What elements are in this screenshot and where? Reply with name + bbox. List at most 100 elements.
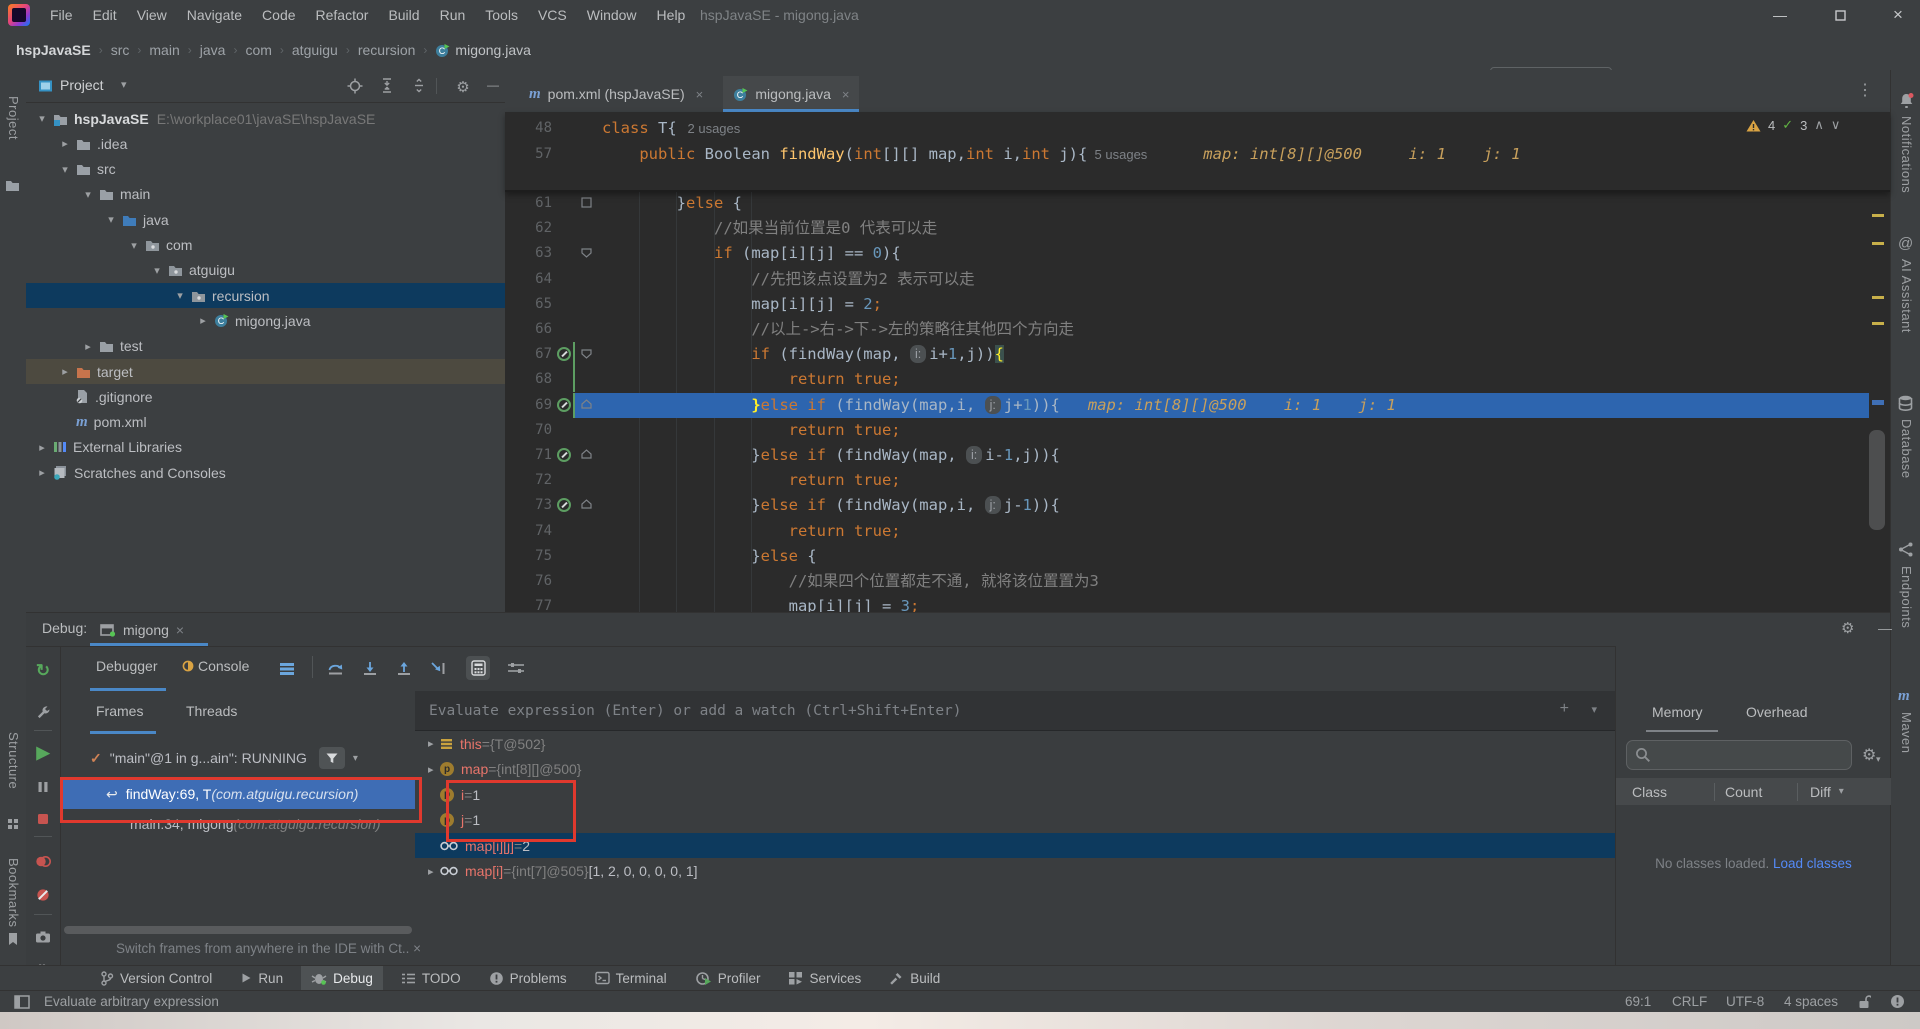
variable-row-mapij[interactable]: map[i][j] = 2: [415, 833, 1615, 858]
variable-chevron-icon[interactable]: ▸: [428, 763, 440, 776]
code-line-67[interactable]: 67 if (findWay(map, i: i+1,j)){: [505, 342, 1890, 368]
load-classes-link[interactable]: Load classes: [1769, 856, 1852, 871]
debug-session-tab-close-icon[interactable]: ×: [176, 622, 184, 638]
tree-chevron-icon[interactable]: ▸: [82, 340, 94, 353]
code-line-71[interactable]: 71 }else if (findWay(map, i: i-1,j)){: [505, 443, 1890, 468]
variable-row-j[interactable]: pj = 1: [415, 808, 1615, 833]
tree-chevron-icon[interactable]: ▾: [128, 239, 140, 252]
breakpoint-icon[interactable]: [557, 448, 571, 462]
project-header-collapse-all-button[interactable]: [410, 78, 428, 93]
run-to-cursor-button[interactable]: [426, 656, 450, 680]
right-strip-database-icon[interactable]: [1898, 395, 1913, 411]
evaluate-caret-icon[interactable]: ▾: [1591, 703, 1597, 716]
fold-marker-icon[interactable]: [581, 348, 592, 359]
status-line-ending[interactable]: CRLF: [1672, 994, 1707, 1009]
menu-file[interactable]: File: [40, 0, 83, 30]
thread-filter-icon[interactable]: [318, 747, 345, 769]
mute-breakpoints-button[interactable]: [34, 886, 52, 904]
overhead-tab[interactable]: Overhead: [1746, 704, 1807, 720]
fold-marker-icon[interactable]: [581, 449, 592, 460]
notifications-icon[interactable]: [1890, 994, 1905, 1009]
scrollbar-thumb[interactable]: [1869, 430, 1885, 530]
toolwindow-button-problems[interactable]: Problems: [479, 966, 577, 991]
code-line-74[interactable]: 74 return true;: [505, 519, 1890, 544]
project-header-hide-button[interactable]: —: [484, 78, 502, 92]
code-line-61[interactable]: 61 }else {: [505, 191, 1890, 216]
breadcrumb-item-atguigu[interactable]: atguigu: [292, 42, 338, 58]
structure-icon[interactable]: [7, 818, 19, 830]
right-strip-maven-label[interactable]: Maven: [1899, 712, 1914, 754]
debug-header-settings-icon[interactable]: ⚙: [1841, 619, 1854, 637]
memory-tab[interactable]: Memory: [1652, 704, 1703, 720]
layout-settings-button[interactable]: [504, 656, 528, 680]
debug-session-tab[interactable]: migong ×: [90, 613, 194, 646]
tool-strip-structure-label[interactable]: Structure: [6, 732, 21, 789]
memory-col-class[interactable]: Class: [1632, 784, 1714, 800]
thread-selector[interactable]: ✓ "main"@1 in g...ain": RUNNING ▾: [90, 743, 410, 773]
tool-strip-project-label[interactable]: Project: [6, 96, 21, 140]
tree-row-pomxml[interactable]: m pom.xml: [26, 410, 505, 435]
frames-tab[interactable]: Frames: [96, 703, 143, 719]
toolwindow-button-debug[interactable]: Debug: [301, 965, 383, 991]
code-line-76[interactable]: 76 //如果四个位置都走不通, 就将该位置置为3: [505, 569, 1890, 594]
toolwindow-button-run[interactable]: Run: [230, 966, 293, 991]
menu-build[interactable]: Build: [378, 0, 429, 30]
editor-tab-migongjava[interactable]: Cmigong.java ×: [723, 76, 860, 112]
tree-row-recursion[interactable]: ▾ recursion: [26, 283, 505, 309]
fold-marker-icon[interactable]: [581, 499, 592, 510]
variable-row-mapi[interactable]: ▸ map[i] = {int[7]@505} [1, 2, 0, 0, 0, 0…: [415, 859, 1615, 884]
project-header-title[interactable]: Project: [60, 77, 104, 93]
breakpoint-icon[interactable]: [557, 397, 571, 412]
evaluate-add-icon[interactable]: +: [1560, 700, 1569, 718]
tree-chevron-icon[interactable]: ▸: [36, 466, 48, 479]
menu-edit[interactable]: Edit: [83, 0, 127, 30]
tree-chevron-icon[interactable]: ▾: [151, 264, 163, 277]
tab-close-icon[interactable]: ×: [696, 87, 704, 102]
tree-row-src[interactable]: ▾ src: [26, 157, 505, 182]
memory-col-diff[interactable]: Diff: [1810, 784, 1831, 800]
debug-header-hide-icon[interactable]: —: [1878, 620, 1892, 636]
breakpoint-icon[interactable]: [557, 498, 571, 513]
thread-dump-button[interactable]: [34, 928, 52, 946]
breadcrumb-item-recursion[interactable]: recursion: [358, 42, 416, 58]
tab-close-icon[interactable]: ×: [842, 87, 850, 102]
breadcrumb-item-java[interactable]: java: [200, 42, 226, 58]
code-line-70[interactable]: 70 return true;: [505, 418, 1890, 443]
right-strip-notifications-label[interactable]: Notifications: [1899, 116, 1914, 193]
tree-row-hspJavaSE[interactable]: ▾ hspJavaSE E:\workplace01\javaSE\hspJavaS…: [26, 106, 505, 131]
fold-marker-icon[interactable]: [581, 247, 592, 259]
prev-issue-icon[interactable]: ∧: [1814, 117, 1824, 133]
tree-chevron-icon[interactable]: ▸: [197, 314, 209, 327]
tree-row-migongjava[interactable]: ▸ Cmigong.java: [26, 308, 505, 333]
project-folder-icon[interactable]: [5, 178, 20, 192]
tool-strip-bookmarks-label[interactable]: Bookmarks: [6, 858, 21, 928]
fold-marker-icon[interactable]: [581, 398, 592, 410]
tree-chevron-icon[interactable]: ▾: [59, 163, 71, 176]
code-line-62[interactable]: 62 //如果当前位置是0 代表可以走: [505, 216, 1890, 241]
tree-row-main[interactable]: ▾ main: [26, 182, 505, 207]
project-header-settings-button[interactable]: ⚙: [454, 78, 472, 96]
breadcrumb-item-main[interactable]: main: [149, 42, 179, 58]
menu-code[interactable]: Code: [252, 0, 305, 30]
toolwindow-button-terminal[interactable]: Terminal: [585, 966, 677, 991]
menu-tools[interactable]: Tools: [475, 0, 528, 30]
editor-tab-options-icon[interactable]: ⋮: [1857, 80, 1873, 100]
menu-run[interactable]: Run: [430, 0, 476, 30]
editor-tab-pomxmlhspJavaSE[interactable]: m pom.xml (hspJavaSE) ×: [519, 76, 713, 112]
code-line-73[interactable]: 73 }else if (findWay(map,i, j: j-1)){: [505, 493, 1890, 518]
threads-tab[interactable]: Threads: [186, 703, 237, 719]
memory-settings-icon[interactable]: ⚙: [1862, 745, 1876, 765]
tree-chevron-icon[interactable]: ▸: [59, 137, 71, 150]
code-line-69[interactable]: 69 }else if (findWay(map,i, j: j+1)){ map…: [505, 392, 1890, 418]
tree-row-gitignore[interactable]: .gitignore: [26, 384, 505, 409]
toolwindow-button-version-control[interactable]: Version Control: [90, 966, 222, 991]
breadcrumb-item-hspJavaSE[interactable]: hspJavaSE: [16, 42, 91, 58]
tree-row-ExternalLibraries[interactable]: ▸ External Libraries: [26, 435, 505, 460]
debugger-tab[interactable]: Debugger: [96, 658, 158, 674]
resume-button[interactable]: ▶: [34, 743, 52, 762]
toolwindow-button-todo[interactable]: TODO: [391, 966, 471, 991]
right-strip-database-label[interactable]: Database: [1899, 419, 1914, 479]
minimize-button[interactable]: —: [1758, 0, 1802, 30]
tree-chevron-icon[interactable]: ▸: [59, 365, 71, 378]
bookmark-flag-icon[interactable]: [7, 932, 19, 946]
